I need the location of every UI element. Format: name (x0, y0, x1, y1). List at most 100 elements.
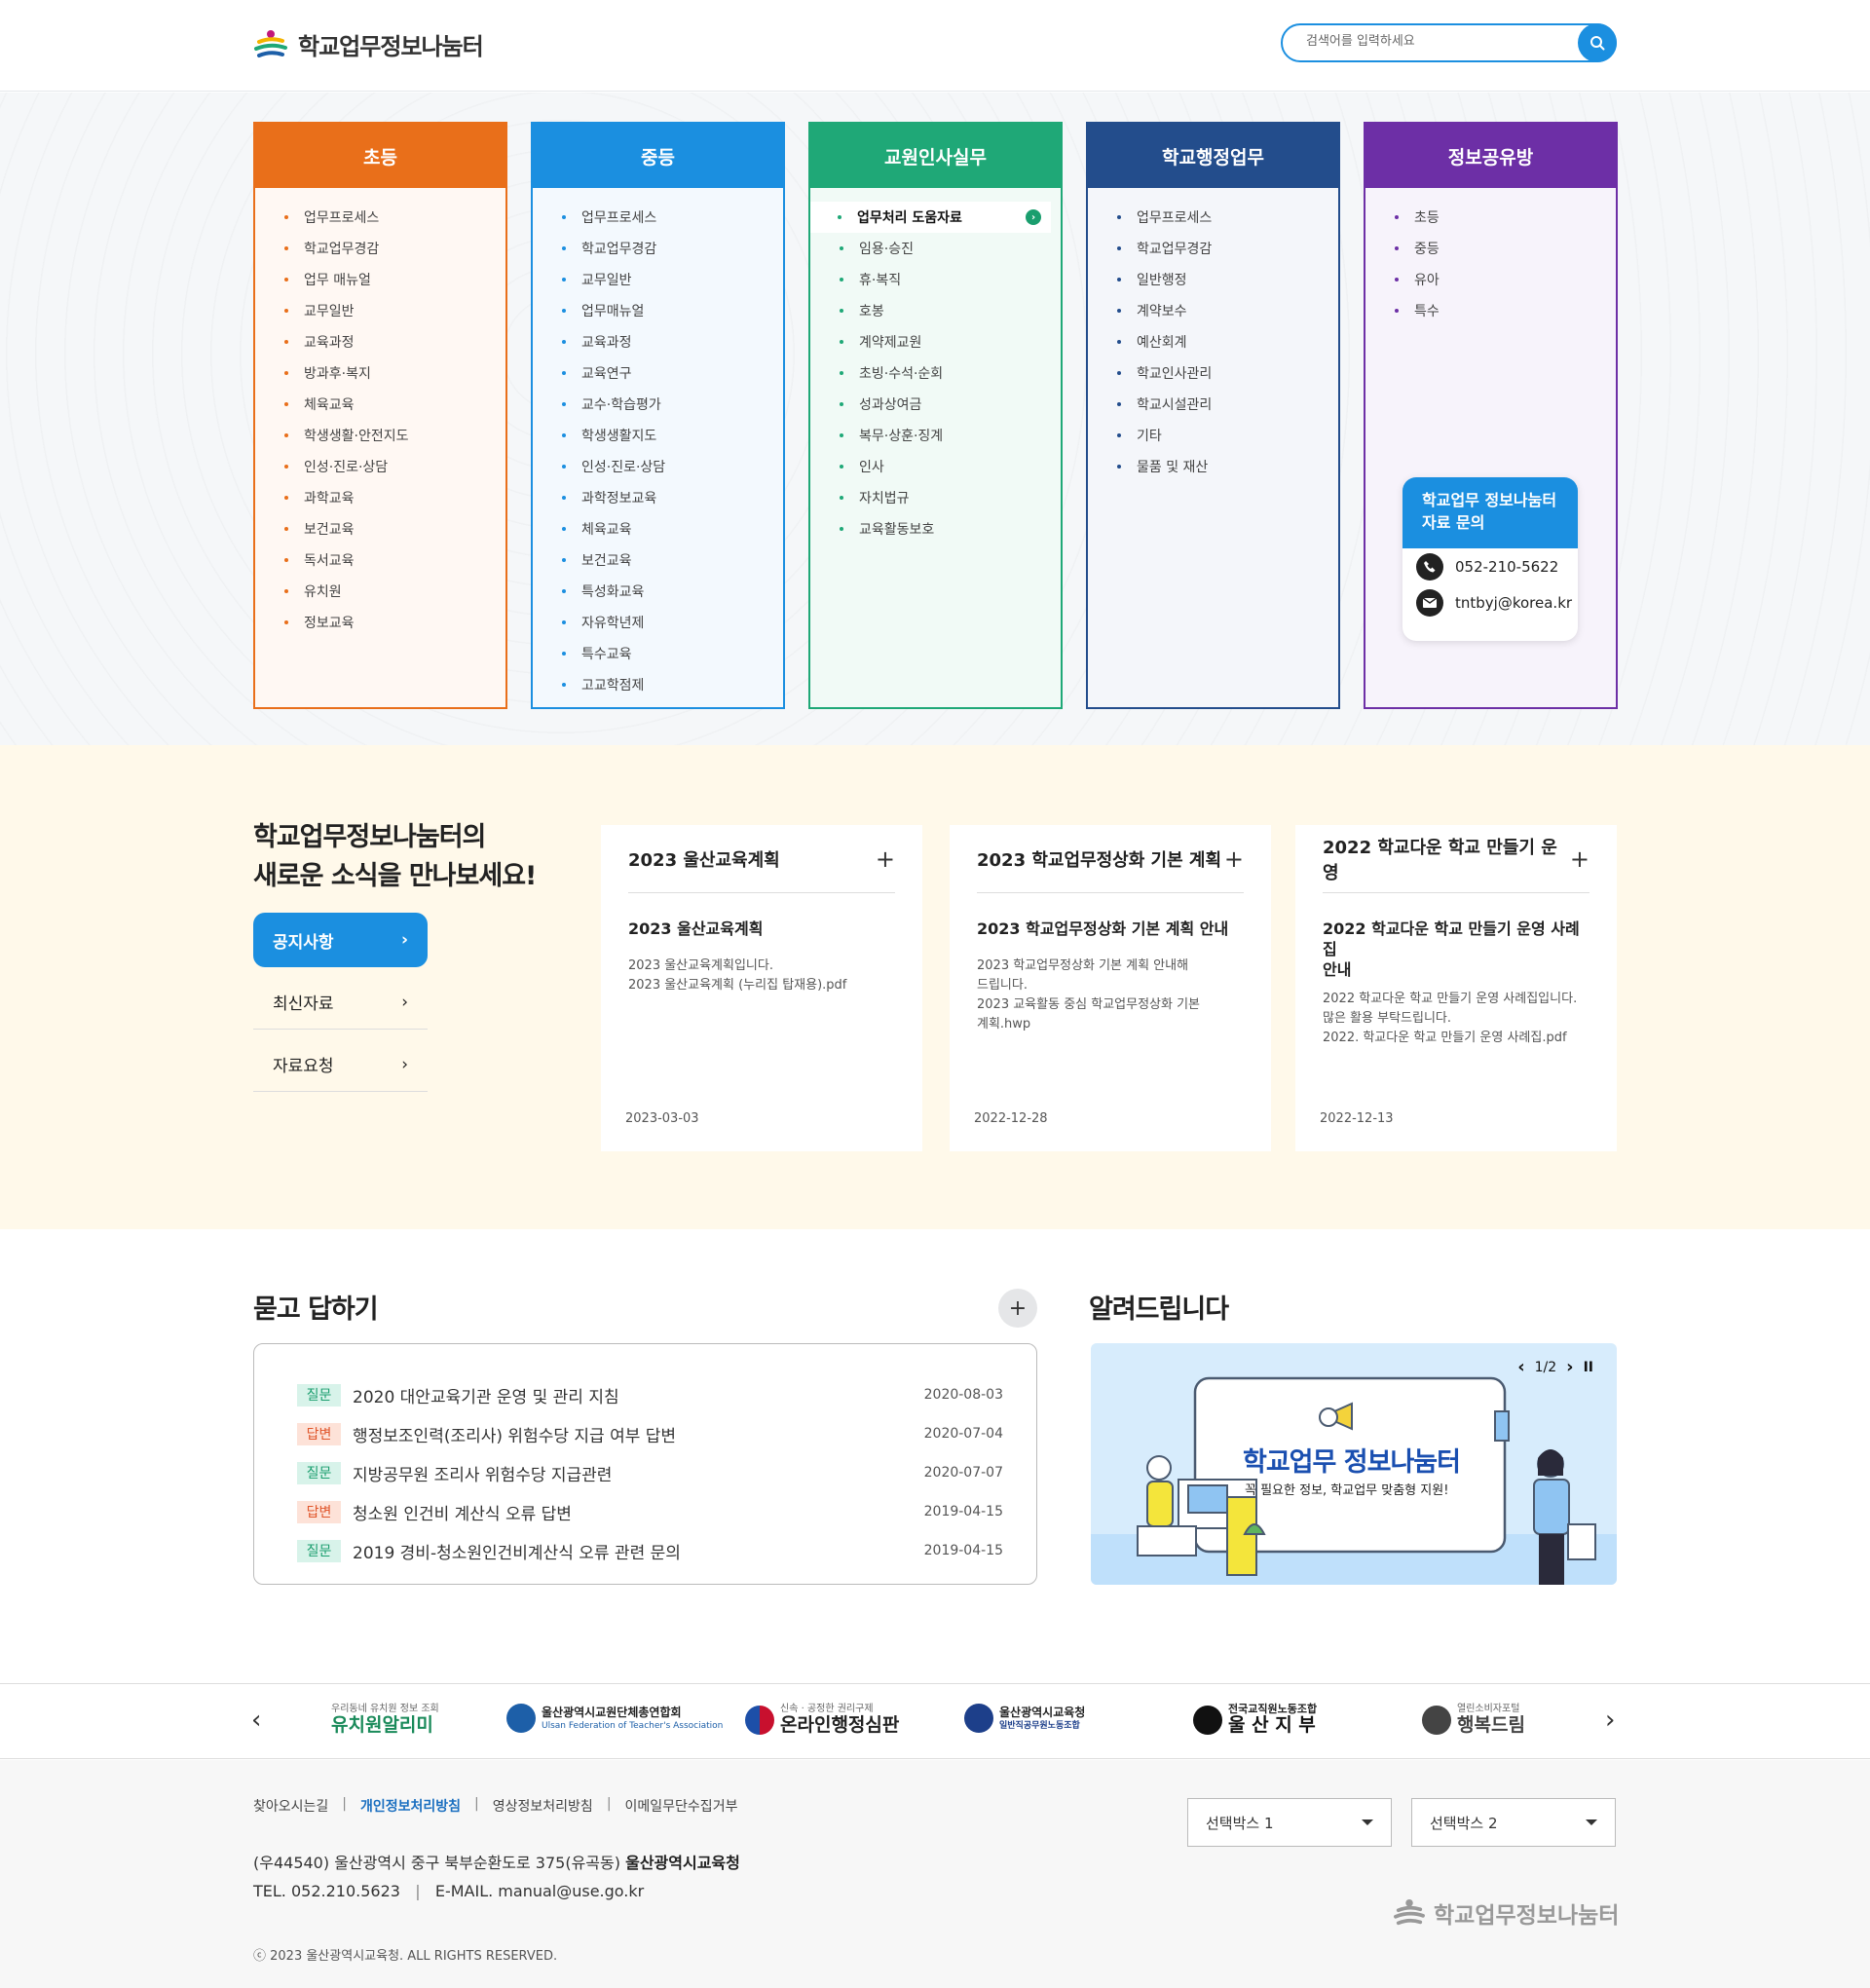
plus-icon[interactable]: + (1570, 845, 1590, 873)
menu-item[interactable]: 교육과정 (255, 326, 505, 357)
tab-latest[interactable]: 최신자료 › (253, 975, 428, 1030)
menu-item[interactable]: 교육연구 (533, 357, 783, 389)
partner-name: 일반직공무원노동조합 (999, 1720, 1080, 1731)
select-box-1[interactable]: 선택박스 1 (1187, 1798, 1392, 1847)
select-box-2[interactable]: 선택박스 2 (1411, 1798, 1616, 1847)
menu-item[interactable]: 휴·복직 (810, 264, 1061, 295)
menu-column-title[interactable]: 중등 (533, 124, 783, 188)
menu-item[interactable]: 자치법규 (810, 482, 1061, 513)
partner-link[interactable]: 신속 · 공정한 권리구제 온라인행정심판 (745, 1704, 899, 1736)
menu-item[interactable]: 업무프로세스 (1088, 202, 1338, 233)
menu-item[interactable]: 체육교육 (255, 389, 505, 420)
menu-item[interactable]: 학교시설관리 (1088, 389, 1338, 420)
menu-item[interactable]: 유아 (1365, 264, 1616, 295)
tab-notice[interactable]: 공지사항 › (253, 913, 428, 967)
menu-item[interactable]: 자유학년제 (533, 607, 783, 638)
news-card[interactable]: 2023 학교업무정상화 기본 계획 + 2023 학교업무정상화 기본 계획 안… (950, 825, 1271, 1151)
menu-item[interactable]: 계약보수 (1088, 295, 1338, 326)
menu-item[interactable]: 학교업무경감 (1088, 233, 1338, 264)
contact-email-row[interactable]: tntbyj@korea.kr (1402, 584, 1578, 620)
menu-item[interactable]: 업무처리 도움자료 › (810, 202, 1051, 233)
menu-item[interactable]: 성과상여금 (810, 389, 1061, 420)
menu-item[interactable]: 인사 (810, 451, 1061, 482)
menu-column-title[interactable]: 초등 (255, 124, 505, 188)
qna-row[interactable]: 질문 2020 대안교육기관 운영 및 관리 지침 2020-08-03 (297, 1375, 1003, 1414)
partner-logo-icon (964, 1704, 993, 1733)
menu-item[interactable]: 업무프로세스 (255, 202, 505, 233)
menu-item[interactable]: 교무일반 (533, 264, 783, 295)
menu-item[interactable]: 학교업무경감 (255, 233, 505, 264)
menu-item[interactable]: 인성·진로·상담 (255, 451, 505, 482)
menu-item[interactable]: 업무프로세스 (533, 202, 783, 233)
menu-item[interactable]: 유치원 (255, 576, 505, 607)
menu-item[interactable]: 교육과정 (533, 326, 783, 357)
site-logo[interactable]: 학교업무정보나눔터 (253, 27, 484, 61)
menu-item[interactable]: 초빙·수석·순회 (810, 357, 1061, 389)
menu-item[interactable]: 독서교육 (255, 544, 505, 576)
menu-item[interactable]: 학교인사관리 (1088, 357, 1338, 389)
footer-link-privacy[interactable]: 개인정보처리방침 (360, 1796, 461, 1816)
menu-item[interactable]: 계약제교원 (810, 326, 1061, 357)
menu-item[interactable]: 체육교육 (533, 513, 783, 544)
menu-item[interactable]: 정보교육 (255, 607, 505, 638)
qna-row[interactable]: 질문 지방공무원 조리사 위험수당 지급관련 2020-07-07 (297, 1453, 1003, 1492)
menu-item[interactable]: 특수교육 (533, 638, 783, 669)
footer-link-email-policy[interactable]: 이메일무단수집거부 (625, 1796, 738, 1816)
qna-row[interactable]: 질문 2019 경비-청소원인건비계산식 오류 관련 문의 2019-04-15 (297, 1531, 1003, 1570)
next-arrow-icon[interactable]: › (1605, 1706, 1615, 1735)
partner-links: ‹ 우리동네 유치원 정보 조회 유치원알리미 울산광역시교원단체총연합회 Ulsan… (0, 1683, 1870, 1759)
menu-column-title[interactable]: 정보공유방 (1365, 124, 1616, 188)
menu-column-title[interactable]: 학교행정업무 (1088, 124, 1338, 188)
news-card[interactable]: 2023 울산교육계획 + 2023 울산교육계획 2023 울산교육계획입니다.… (601, 825, 922, 1151)
menu-item[interactable]: 학교업무경감 (533, 233, 783, 264)
footer-link-video-policy[interactable]: 영상정보처리방침 (493, 1796, 593, 1816)
menu-item[interactable]: 중등 (1365, 233, 1616, 264)
menu-item[interactable]: 특수 (1365, 295, 1616, 326)
menu-item[interactable]: 초등 (1365, 202, 1616, 233)
menu-item[interactable]: 교수·학습평가 (533, 389, 783, 420)
menu-item[interactable]: 학생생활·안전지도 (255, 420, 505, 451)
qna-row[interactable]: 답변 행정보조인력(조리사) 위험수당 지급 여부 답변 2020-07-04 (297, 1414, 1003, 1453)
menu-item[interactable]: 교무일반 (255, 295, 505, 326)
tab-request[interactable]: 자료요청 › (253, 1037, 428, 1092)
menu-item[interactable]: 인성·진로·상담 (533, 451, 783, 482)
menu-item[interactable]: 과학교육 (255, 482, 505, 513)
mail-icon (1416, 588, 1443, 617)
menu-item[interactable]: 교육활동보호 (810, 513, 1061, 544)
menu-item[interactable]: 기타 (1088, 420, 1338, 451)
qna-row[interactable]: 답변 청소원 인건비 계산식 오류 답변 2019-04-15 (297, 1492, 1003, 1531)
footer-link-directions[interactable]: 찾아오시는길 (253, 1796, 328, 1816)
menu-item[interactable]: 과학정보교육 (533, 482, 783, 513)
menu-item[interactable]: 일반행정 (1088, 264, 1338, 295)
menu-item[interactable]: 임용·승진 (810, 233, 1061, 264)
partner-link[interactable]: 우리동네 유치원 정보 조회 유치원알리미 (331, 1704, 439, 1736)
menu-item[interactable]: 보건교육 (255, 513, 505, 544)
menu-item[interactable]: 호봉 (810, 295, 1061, 326)
menu-item[interactable]: 학생생활지도 (533, 420, 783, 451)
search-button[interactable] (1578, 23, 1617, 62)
menu-item[interactable]: 특성화교육 (533, 576, 783, 607)
menu-item-label: 업무처리 도움자료 (857, 210, 962, 226)
partner-link[interactable]: 전국교직원노동조합 울 산 지 부 (1193, 1704, 1317, 1736)
partner-link[interactable]: 울산광역시교원단체총연합회 Ulsan Federation of Teacher… (506, 1704, 723, 1733)
plus-icon[interactable]: + (876, 845, 895, 873)
menu-column-title[interactable]: 교원인사실무 (810, 124, 1061, 188)
menu-item[interactable]: 복무·상훈·징계 (810, 420, 1061, 451)
menu-item[interactable]: 보건교육 (533, 544, 783, 576)
menu-item[interactable]: 예산회계 (1088, 326, 1338, 357)
news-card[interactable]: 2022 학교다운 학교 만들기 운영 + 2022 학교다운 학교 만들기 운영… (1295, 825, 1617, 1151)
contact-phone-row[interactable]: 052-210-5622 (1402, 548, 1578, 584)
partner-link[interactable]: 열린소비자포털 행복드림 (1422, 1704, 1525, 1736)
menu-item[interactable]: 물품 및 재산 (1088, 451, 1338, 482)
plus-icon[interactable]: + (1224, 845, 1244, 873)
search-input[interactable] (1306, 34, 1569, 49)
menu-item[interactable]: 방과후·복지 (255, 357, 505, 389)
prev-arrow-icon[interactable]: ‹ (251, 1706, 261, 1735)
menu-item[interactable]: 업무 매뉴얼 (255, 264, 505, 295)
menu-item[interactable]: 업무매뉴얼 (533, 295, 783, 326)
qna-more-button[interactable]: + (998, 1289, 1037, 1328)
menu-item-label: 교무일반 (581, 273, 632, 288)
menu-item[interactable]: 고교학점제 (533, 669, 783, 700)
partner-link[interactable]: 울산광역시교육청 일반직공무원노동조합 (964, 1704, 1085, 1733)
notice-banner[interactable]: ‹ 1/2 › II 학교업무 정보나눔터 꼭 필요한 정보, 학교업무 맞춤형… (1091, 1343, 1617, 1585)
